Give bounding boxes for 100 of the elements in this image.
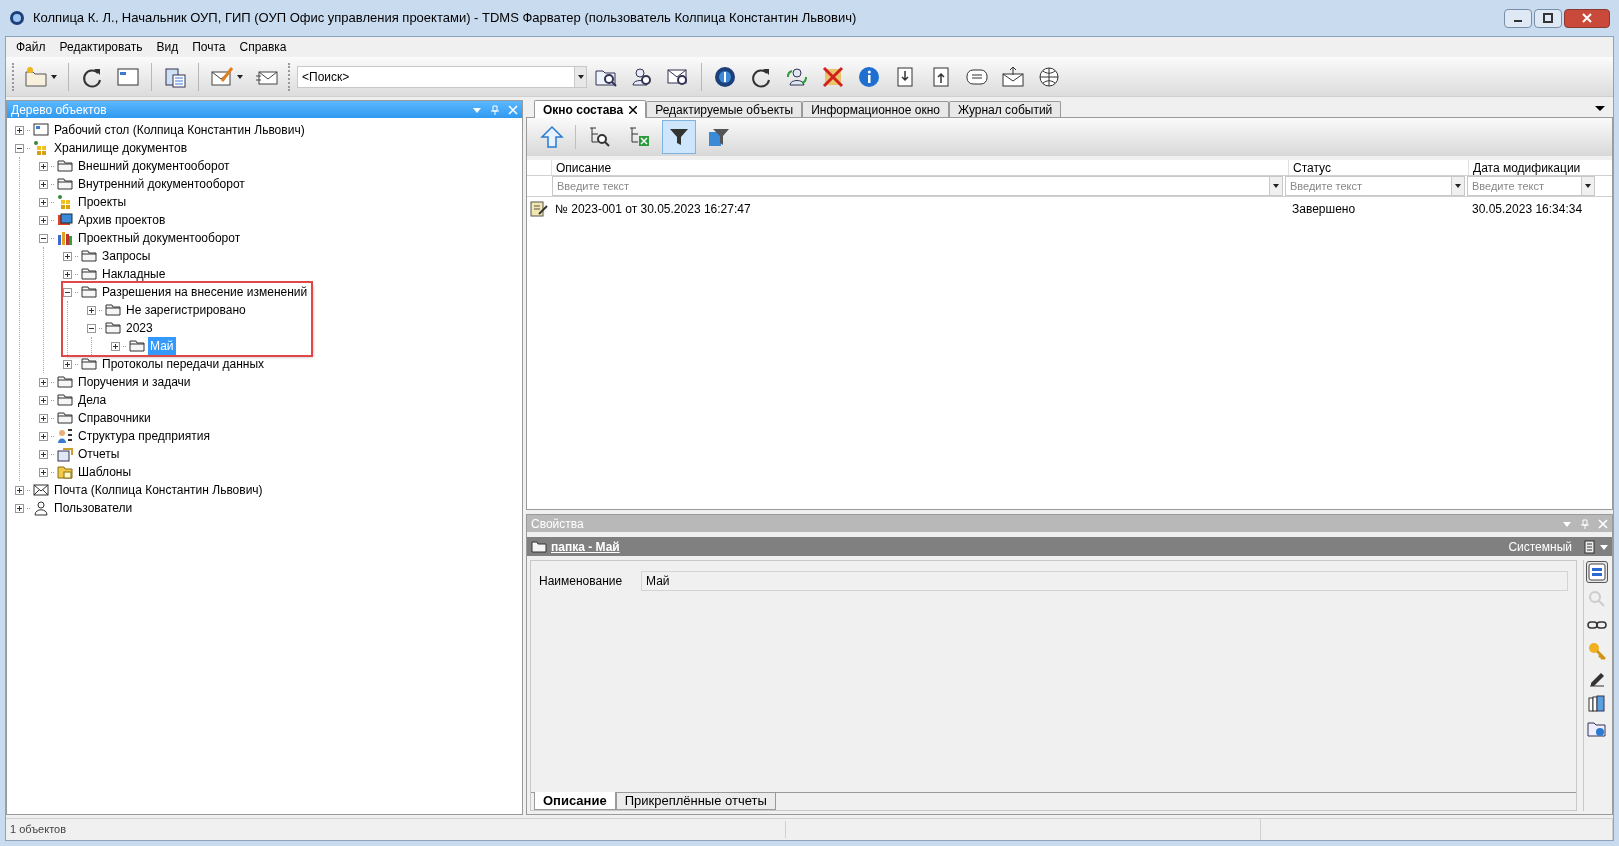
tree-item[interactable]: Внешний документооборот: [76, 157, 232, 175]
tab[interactable]: Журнал событий: [948, 101, 1062, 117]
tree-item[interactable]: Почта (Колпица Константин Львович): [52, 481, 265, 499]
input-field[interactable]: Май: [641, 571, 1568, 591]
column-header[interactable]: Описание: [551, 160, 1288, 175]
desktop-icon: [33, 122, 49, 138]
books-icon: [1586, 693, 1607, 713]
user-icon: [33, 500, 49, 516]
envelope-icon: [33, 482, 49, 498]
minimize-icon: [1514, 20, 1522, 22]
filter-field[interactable]: Введите текст: [1285, 176, 1452, 196]
minimize-button[interactable]: [1504, 8, 1532, 28]
form-icon: [1586, 562, 1607, 582]
books-button[interactable]: [1585, 693, 1608, 713]
menu-item[interactable]: Справка: [233, 38, 293, 56]
tab[interactable]: Редактируемые объекты: [646, 101, 803, 117]
expand-icon[interactable]: [63, 359, 72, 369]
menu-item[interactable]: Вид: [150, 38, 185, 56]
menu-item[interactable]: Редактировать: [53, 38, 149, 56]
expand-icon[interactable]: [39, 467, 48, 477]
expand-icon[interactable]: [87, 305, 96, 315]
tree-item[interactable]: Запросы: [100, 247, 153, 265]
tree-item[interactable]: Разрешения на внесение изменений: [100, 283, 310, 301]
expand-icon[interactable]: [63, 269, 72, 279]
window-title: Колпица К. Л., Начальник ОУП, ГИП (ОУП Офис управления проектами) - TDMS Фарватер (пользователь Колпица Константин Львович): [33, 9, 858, 28]
tree-item[interactable]: Не зарегистрировано: [124, 301, 248, 319]
expand-icon[interactable]: [39, 377, 48, 387]
column-header[interactable]: Статус: [1288, 160, 1468, 175]
dropdown-icon[interactable]: [1595, 103, 1605, 113]
expand-icon[interactable]: [39, 413, 48, 423]
tree-item[interactable]: Внутренний документооборот: [76, 175, 247, 193]
close-icon[interactable]: [629, 105, 638, 114]
caret-icon: [1272, 183, 1280, 189]
dropdown-button[interactable]: [575, 65, 587, 88]
tree-item[interactable]: 2023: [124, 319, 155, 337]
tree-item[interactable]: Шаблоны: [76, 463, 134, 481]
folder-icon: [105, 302, 121, 318]
collapse-icon[interactable]: [63, 287, 72, 297]
dropdown-button[interactable]: [1582, 176, 1595, 196]
expand-icon[interactable]: [39, 161, 48, 171]
expand-icon[interactable]: [111, 341, 120, 351]
key-icon: [1586, 641, 1607, 661]
folder-gear-button[interactable]: [1585, 719, 1608, 739]
dropdown-button[interactable]: [1452, 176, 1465, 196]
folder-icon: [57, 158, 73, 174]
tree-item[interactable]: Поручения и задачи: [76, 373, 193, 391]
tree-item[interactable]: Проекты: [76, 193, 129, 211]
cubes-icon: [33, 140, 49, 156]
tree-item[interactable]: Хранилище документов: [52, 139, 190, 157]
tree-excel-icon: [627, 125, 651, 149]
collapse-icon[interactable]: [39, 233, 48, 243]
tree-item[interactable]: Накладные: [100, 265, 168, 283]
tab[interactable]: Информационное окно: [802, 101, 949, 117]
table-cell-text: Завершено: [1291, 201, 1357, 218]
search-field[interactable]: <Поиск>: [297, 65, 575, 88]
folder-icon: [57, 392, 73, 408]
caret-icon: [51, 74, 57, 79]
tab[interactable]: Окно состава: [534, 100, 647, 118]
folder-icon: [81, 266, 97, 282]
expand-icon[interactable]: [39, 215, 48, 225]
maximize-button[interactable]: [1534, 8, 1562, 28]
caret-icon: [237, 74, 243, 79]
org-chart-icon: [57, 428, 73, 444]
collapse-icon[interactable]: [87, 323, 96, 333]
tree-item[interactable]: Архив проектов: [76, 211, 168, 229]
expand-icon[interactable]: [39, 179, 48, 189]
collapse-icon[interactable]: [15, 143, 24, 153]
expand-icon[interactable]: [39, 449, 48, 459]
tree-item[interactable]: Отчеты: [76, 445, 122, 463]
object-link[interactable]: папка - Май: [551, 537, 1505, 556]
field-label: Наименование: [539, 573, 624, 590]
filter-button[interactable]: [662, 120, 696, 154]
column-header[interactable]: Дата модификации: [1468, 160, 1596, 175]
tree-item[interactable]: Рабочий стол (Колпица Константин Львович): [52, 121, 307, 139]
filter-field[interactable]: Введите текст: [552, 176, 1270, 196]
tree-item[interactable]: Справочники: [76, 409, 153, 427]
caret-icon: [1454, 183, 1462, 189]
menu-item[interactable]: Почта: [186, 38, 232, 56]
folder-icon: [531, 540, 547, 553]
close-button[interactable]: [1564, 8, 1610, 28]
expand-icon[interactable]: [15, 485, 24, 495]
expand-icon[interactable]: [39, 395, 48, 405]
tree-item[interactable]: Структура предприятия: [76, 427, 212, 445]
tree-item[interactable]: Проектный документооборот: [76, 229, 243, 247]
menu-item[interactable]: Файл: [10, 38, 52, 56]
tree-item[interactable]: Протоколы передачи данных: [100, 355, 266, 373]
expand-icon[interactable]: [15, 503, 24, 513]
tree-item[interactable]: Пользователи: [52, 499, 135, 517]
expand-icon[interactable]: [39, 431, 48, 441]
dropdown-button[interactable]: [1270, 176, 1283, 196]
tree-item[interactable]: Дела: [76, 391, 109, 409]
expand-icon[interactable]: [39, 197, 48, 207]
filter-field[interactable]: Введите текст: [1467, 176, 1582, 196]
tree-search-icon: [587, 125, 611, 149]
document-icon[interactable]: [1584, 539, 1596, 554]
form-button[interactable]: [1585, 561, 1608, 583]
tab[interactable]: Описание: [534, 792, 616, 810]
expand-icon[interactable]: [63, 251, 72, 261]
expand-icon[interactable]: [15, 125, 24, 135]
tab[interactable]: Прикреплённые отчеты: [615, 793, 776, 810]
